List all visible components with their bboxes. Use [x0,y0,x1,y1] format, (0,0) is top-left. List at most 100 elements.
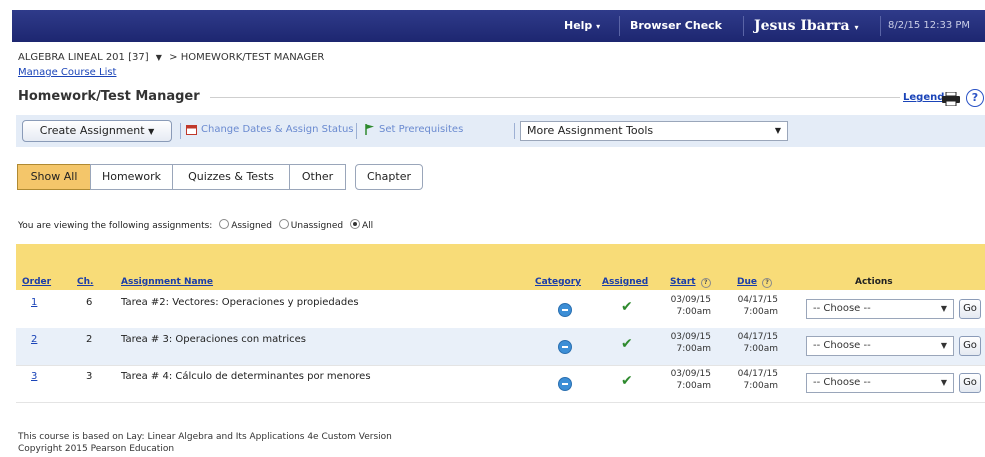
due-date-value: 04/17/15 [737,369,778,379]
column-header-assigned[interactable]: Assigned [602,277,648,287]
order-link[interactable]: 3 [31,371,37,382]
flag-icon [365,124,374,135]
filter-other[interactable]: Other [289,164,346,190]
radio-unassigned-label: Unassigned [290,221,344,231]
start-date-value: 03/09/15 [670,369,711,379]
filter-chapter[interactable]: Chapter [355,164,423,190]
due-date-value: 04/17/15 [737,295,778,305]
chevron-down-icon: ▾ [596,22,601,31]
chevron-down-icon: ▼ [940,304,947,313]
divider [743,16,744,36]
help-icon[interactable]: ? [966,89,984,107]
action-select-value: -- Choose -- [813,377,871,388]
manage-course-list-link[interactable]: Manage Course List [18,67,116,78]
change-dates-link[interactable]: Change Dates & Assign Status [201,124,354,135]
divider [619,16,620,36]
more-assignment-tools-select[interactable]: More Assignment Tools ▼ [520,121,788,141]
help-menu[interactable]: Help ▾ [564,10,600,42]
chapter-cell: 2 [86,334,93,345]
action-select-value: -- Choose -- [813,303,871,314]
assignment-name[interactable]: Tarea # 4: Cálculo de determinantes por … [121,371,371,382]
help-label: Help [564,19,593,32]
assignment-view-filter: You are viewing the following assignment… [18,219,373,231]
start-time-value: 7:00am [676,307,712,317]
category-icon [558,303,572,317]
calendar-icon [186,125,197,135]
chapter-cell: 6 [86,297,93,308]
course-selector[interactable]: ALGEBRA LINEAL 201 [37] [18,52,149,63]
column-header-assignment-name[interactable]: Assignment Name [121,277,213,287]
info-icon: ? [700,278,711,288]
category-icon [558,377,572,391]
datetime: 8/2/15 12:33 PM [888,20,971,31]
create-assignment-label: Create Assignment [39,124,145,137]
divider [514,123,515,139]
category-icon [558,340,572,354]
chevron-down-icon: ▼ [940,341,947,350]
set-prerequisites-link[interactable]: Set Prerequisites [379,124,463,135]
action-select-value: -- Choose -- [813,340,871,351]
chevron-down-icon[interactable]: ▼ [156,53,162,62]
due-date: 04/17/15 7:00am [732,294,778,318]
order-link[interactable]: 2 [31,334,37,345]
checkmark-icon: ✔ [621,299,633,315]
go-button[interactable]: Go [959,373,981,393]
create-assignment-button[interactable]: Create Assignment ▼ [22,120,172,142]
print-icon[interactable] [942,92,960,106]
radio-unassigned[interactable] [278,219,289,229]
start-date: 03/09/15 7:00am [665,331,711,355]
radio-assigned-label: Assigned [231,221,272,231]
radio-assigned[interactable] [219,219,230,229]
more-tools-value: More Assignment Tools [527,124,654,137]
go-button[interactable]: Go [959,336,981,356]
user-menu[interactable]: Jesus Ibarra ▾ [754,10,858,42]
divider [356,123,357,139]
column-header-due[interactable]: Due ? [737,277,773,288]
info-icon: ? [762,278,773,288]
checkmark-icon: ✔ [621,336,633,352]
start-date-value: 03/09/15 [670,295,711,305]
column-header-start[interactable]: Start ? [670,277,711,288]
viewing-text: You are viewing the following assignment… [18,221,213,231]
due-date: 04/17/15 7:00am [732,331,778,355]
due-date: 04/17/15 7:00am [732,368,778,392]
due-time-value: 7:00am [743,307,779,317]
filter-show-all[interactable]: Show All [17,164,91,190]
radio-all[interactable] [350,219,361,229]
legend-link[interactable]: Legend [903,92,944,103]
due-time-value: 7:00am [743,344,779,354]
divider [180,123,181,139]
browser-check-link[interactable]: Browser Check [630,10,722,42]
divider [880,16,881,36]
due-date-value: 04/17/15 [737,332,778,342]
column-header-order[interactable]: Order [22,277,51,287]
due-time-value: 7:00am [743,381,779,391]
radio-all-label: All [362,221,374,231]
assignment-name[interactable]: Tarea # 3: Operaciones con matrices [121,334,306,345]
due-label: Due [737,277,757,287]
start-time-value: 7:00am [676,381,712,391]
start-date: 03/09/15 7:00am [665,368,711,392]
filter-homework[interactable]: Homework [90,164,173,190]
course-based-on-text: This course is based on Lay: Linear Alge… [18,432,392,442]
chevron-down-icon: ▾ [854,22,859,32]
chevron-down-icon: ▼ [148,127,155,136]
action-select[interactable]: -- Choose -- ▼ [806,336,954,356]
action-select[interactable]: -- Choose -- ▼ [806,299,954,319]
breadcrumb: ALGEBRA LINEAL 201 [37] ▼ > HOMEWORK/TES… [18,52,324,63]
top-navigation-bar: Help ▾ Browser Check Jesus Ibarra ▾ 8/2/… [12,10,985,42]
order-link[interactable]: 1 [31,297,37,308]
start-time-value: 7:00am [676,344,712,354]
title-divider [210,97,900,98]
start-label: Start [670,277,696,287]
filter-quizzes-tests[interactable]: Quizzes & Tests [172,164,290,190]
assignment-name[interactable]: Tarea #2: Vectores: Operaciones y propie… [121,297,359,308]
column-header-chapter[interactable]: Ch. [77,277,93,287]
go-button[interactable]: Go [959,299,981,319]
page-title: Homework/Test Manager [18,89,200,104]
chevron-down-icon: ▼ [774,126,781,135]
column-header-category[interactable]: Category [535,277,581,287]
chapter-cell: 3 [86,371,93,382]
checkmark-icon: ✔ [621,373,633,389]
action-select[interactable]: -- Choose -- ▼ [806,373,954,393]
